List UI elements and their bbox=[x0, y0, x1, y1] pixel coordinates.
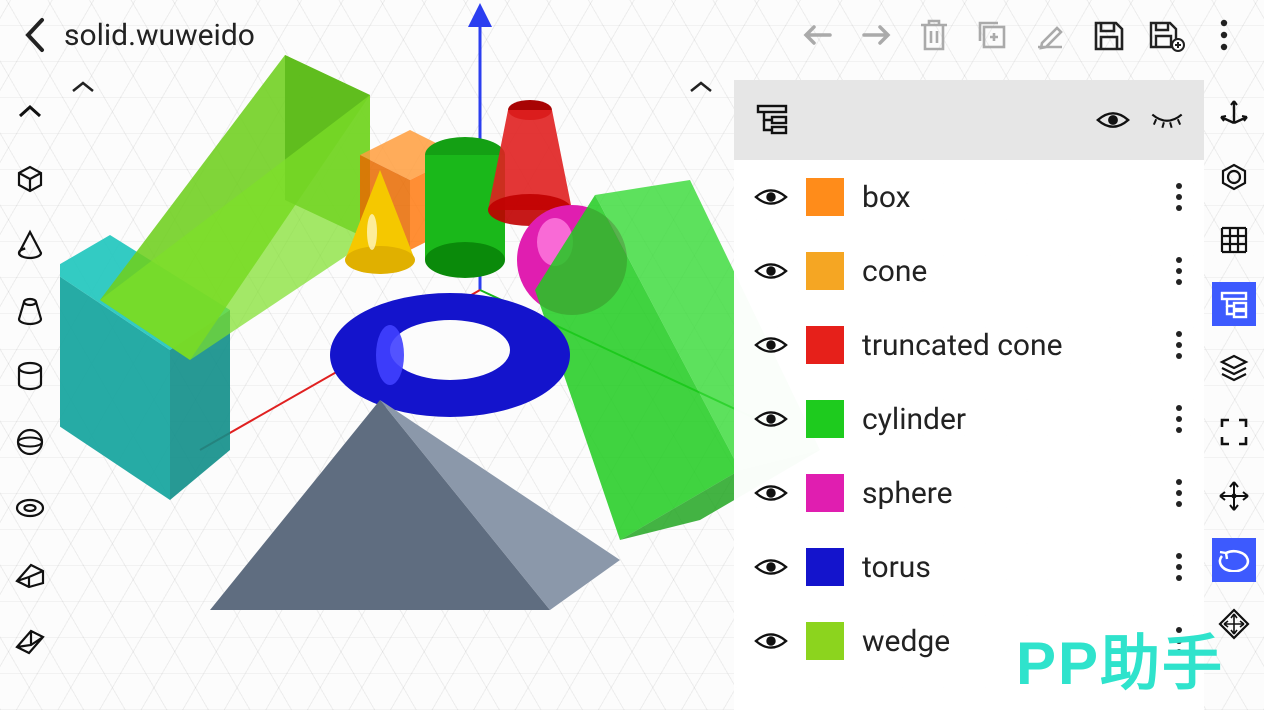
watermark: PP助手 bbox=[1016, 615, 1224, 702]
move-tool-icon[interactable] bbox=[1212, 474, 1256, 518]
layer-color-swatch bbox=[806, 178, 844, 216]
sphere-tool-icon[interactable] bbox=[8, 420, 52, 464]
layers-panel-toggle-icon[interactable] bbox=[1212, 282, 1256, 326]
layer-visibility-icon[interactable] bbox=[754, 402, 788, 436]
layer-name-label: box bbox=[862, 180, 1156, 215]
layer-color-swatch bbox=[806, 622, 844, 660]
layer-color-swatch bbox=[806, 252, 844, 290]
layer-color-swatch bbox=[806, 474, 844, 512]
layer-row[interactable]: torus bbox=[734, 530, 1204, 604]
prism-tool-icon[interactable] bbox=[8, 618, 52, 662]
layer-visibility-icon[interactable] bbox=[754, 476, 788, 510]
hide-all-icon[interactable] bbox=[1150, 103, 1184, 137]
layers-list: box cone truncated cone cylinder sphere … bbox=[734, 160, 1204, 678]
cube-tool-icon[interactable] bbox=[8, 156, 52, 200]
layer-name-label: truncated cone bbox=[862, 328, 1156, 363]
torus-tool-icon[interactable] bbox=[8, 486, 52, 530]
layer-options-button[interactable] bbox=[1174, 550, 1184, 584]
layer-options-button[interactable] bbox=[1174, 476, 1184, 510]
layers-structure-icon[interactable] bbox=[754, 100, 790, 140]
axes-view-icon[interactable] bbox=[1212, 90, 1256, 134]
delete-button[interactable] bbox=[914, 15, 954, 55]
layer-name-label: torus bbox=[862, 550, 1156, 585]
back-button[interactable] bbox=[10, 11, 58, 59]
layer-color-swatch bbox=[806, 400, 844, 438]
filename-label: solid.wuweido bbox=[64, 18, 255, 53]
layer-row[interactable]: box bbox=[734, 160, 1204, 234]
cone-tool-icon[interactable] bbox=[8, 222, 52, 266]
layer-color-swatch bbox=[806, 326, 844, 364]
wedge-tool-icon[interactable] bbox=[8, 552, 52, 596]
save-button[interactable] bbox=[1088, 15, 1128, 55]
layer-options-button[interactable] bbox=[1174, 402, 1184, 436]
layer-visibility-icon[interactable] bbox=[754, 180, 788, 214]
layer-visibility-icon[interactable] bbox=[754, 254, 788, 288]
duplicate-button[interactable] bbox=[972, 15, 1012, 55]
layer-row[interactable]: truncated cone bbox=[734, 308, 1204, 382]
camera-frame-icon[interactable] bbox=[1212, 154, 1256, 198]
top-toolbar: solid.wuweido bbox=[0, 0, 1264, 70]
rotate-tool-icon[interactable] bbox=[1212, 538, 1256, 582]
layers-panel-header bbox=[734, 80, 1204, 160]
cylinder-tool-icon[interactable] bbox=[8, 354, 52, 398]
layer-name-label: cylinder bbox=[862, 402, 1156, 437]
collapse-layers-panel-icon[interactable] bbox=[688, 78, 714, 96]
collapse-left-panel-icon[interactable] bbox=[70, 78, 96, 96]
overflow-menu-button[interactable] bbox=[1204, 15, 1244, 55]
layer-options-button[interactable] bbox=[1174, 328, 1184, 362]
layer-visibility-icon[interactable] bbox=[754, 624, 788, 658]
layer-name-label: cone bbox=[862, 254, 1156, 289]
fullscreen-icon[interactable] bbox=[1212, 410, 1256, 454]
redo-button[interactable] bbox=[856, 15, 896, 55]
layer-row[interactable]: cylinder bbox=[734, 382, 1204, 456]
layer-visibility-icon[interactable] bbox=[754, 550, 788, 584]
stack-icon[interactable] bbox=[1212, 346, 1256, 390]
show-all-icon[interactable] bbox=[1096, 103, 1130, 137]
layer-color-swatch bbox=[806, 548, 844, 586]
truncated-cone-tool-icon[interactable] bbox=[8, 288, 52, 332]
edit-button[interactable] bbox=[1030, 15, 1070, 55]
save-as-button[interactable] bbox=[1146, 15, 1186, 55]
layer-options-button[interactable] bbox=[1174, 254, 1184, 288]
left-toolbar bbox=[0, 80, 60, 710]
layer-name-label: sphere bbox=[862, 476, 1156, 511]
layer-row[interactable]: cone bbox=[734, 234, 1204, 308]
layer-row[interactable]: sphere bbox=[734, 456, 1204, 530]
undo-button[interactable] bbox=[798, 15, 838, 55]
layer-options-button[interactable] bbox=[1174, 180, 1184, 214]
grid-toggle-icon[interactable] bbox=[1212, 218, 1256, 262]
layer-visibility-icon[interactable] bbox=[754, 328, 788, 362]
collapse-left-icon[interactable] bbox=[8, 90, 52, 134]
